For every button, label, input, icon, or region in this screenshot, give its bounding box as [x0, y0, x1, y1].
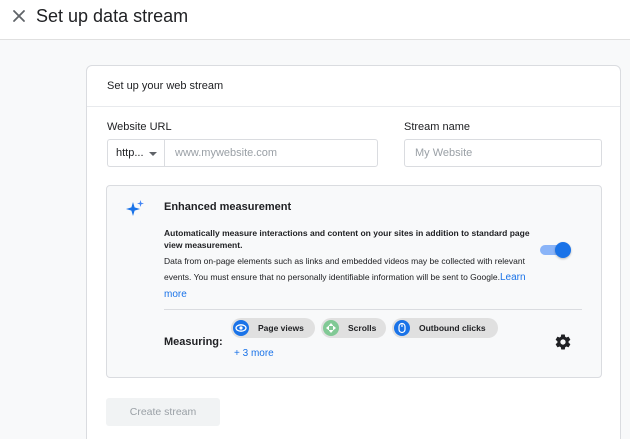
close-icon	[13, 10, 25, 22]
protocol-select[interactable]: http...	[107, 139, 164, 167]
card-title: Set up your web stream	[107, 80, 224, 92]
divider	[164, 309, 582, 310]
measuring-label: Measuring:	[164, 336, 223, 348]
enhanced-measurement-summary: Automatically measure interactions and c…	[164, 228, 530, 250]
website-url-label: Website URL	[107, 121, 172, 133]
mouse-icon	[394, 320, 410, 336]
website-url-input[interactable]	[164, 139, 378, 167]
enhanced-measurement-panel: Enhanced measurement Automatically measu…	[106, 185, 602, 378]
top-bar: Set up data stream	[0, 0, 630, 40]
chip-label: Page views	[258, 323, 304, 333]
stream-name-input[interactable]	[404, 139, 602, 167]
chip-scrolls[interactable]: Scrolls	[321, 318, 386, 338]
close-button[interactable]	[8, 5, 30, 27]
enhanced-measurement-title: Enhanced measurement	[164, 201, 292, 213]
eye-icon	[233, 320, 249, 336]
scroll-icon	[323, 320, 339, 336]
toggle-knob	[555, 242, 571, 258]
create-stream-button[interactable]: Create stream	[106, 398, 220, 426]
description-text: Data from on-page elements such as links…	[164, 256, 525, 282]
more-events-link[interactable]: + 3 more	[234, 348, 274, 359]
chip-label: Outbound clicks	[419, 323, 486, 333]
sparkle-icon	[126, 200, 144, 216]
stream-name-label: Stream name	[404, 121, 471, 133]
card-header: Set up your web stream	[87, 66, 620, 107]
web-stream-card: Set up your web stream Website URL Strea…	[86, 65, 621, 439]
chip-label: Scrolls	[348, 323, 377, 333]
chip-page-views[interactable]: Page views	[231, 318, 315, 338]
page-title: Set up data stream	[36, 6, 189, 26]
caret-down-icon	[149, 152, 157, 156]
enhanced-measurement-toggle[interactable]	[540, 242, 571, 258]
enhanced-measurement-description: Data from on-page elements such as links…	[164, 253, 544, 303]
protocol-value: http...	[116, 147, 144, 159]
chip-outbound-clicks[interactable]: Outbound clicks	[392, 318, 498, 338]
gear-icon[interactable]	[554, 333, 572, 351]
